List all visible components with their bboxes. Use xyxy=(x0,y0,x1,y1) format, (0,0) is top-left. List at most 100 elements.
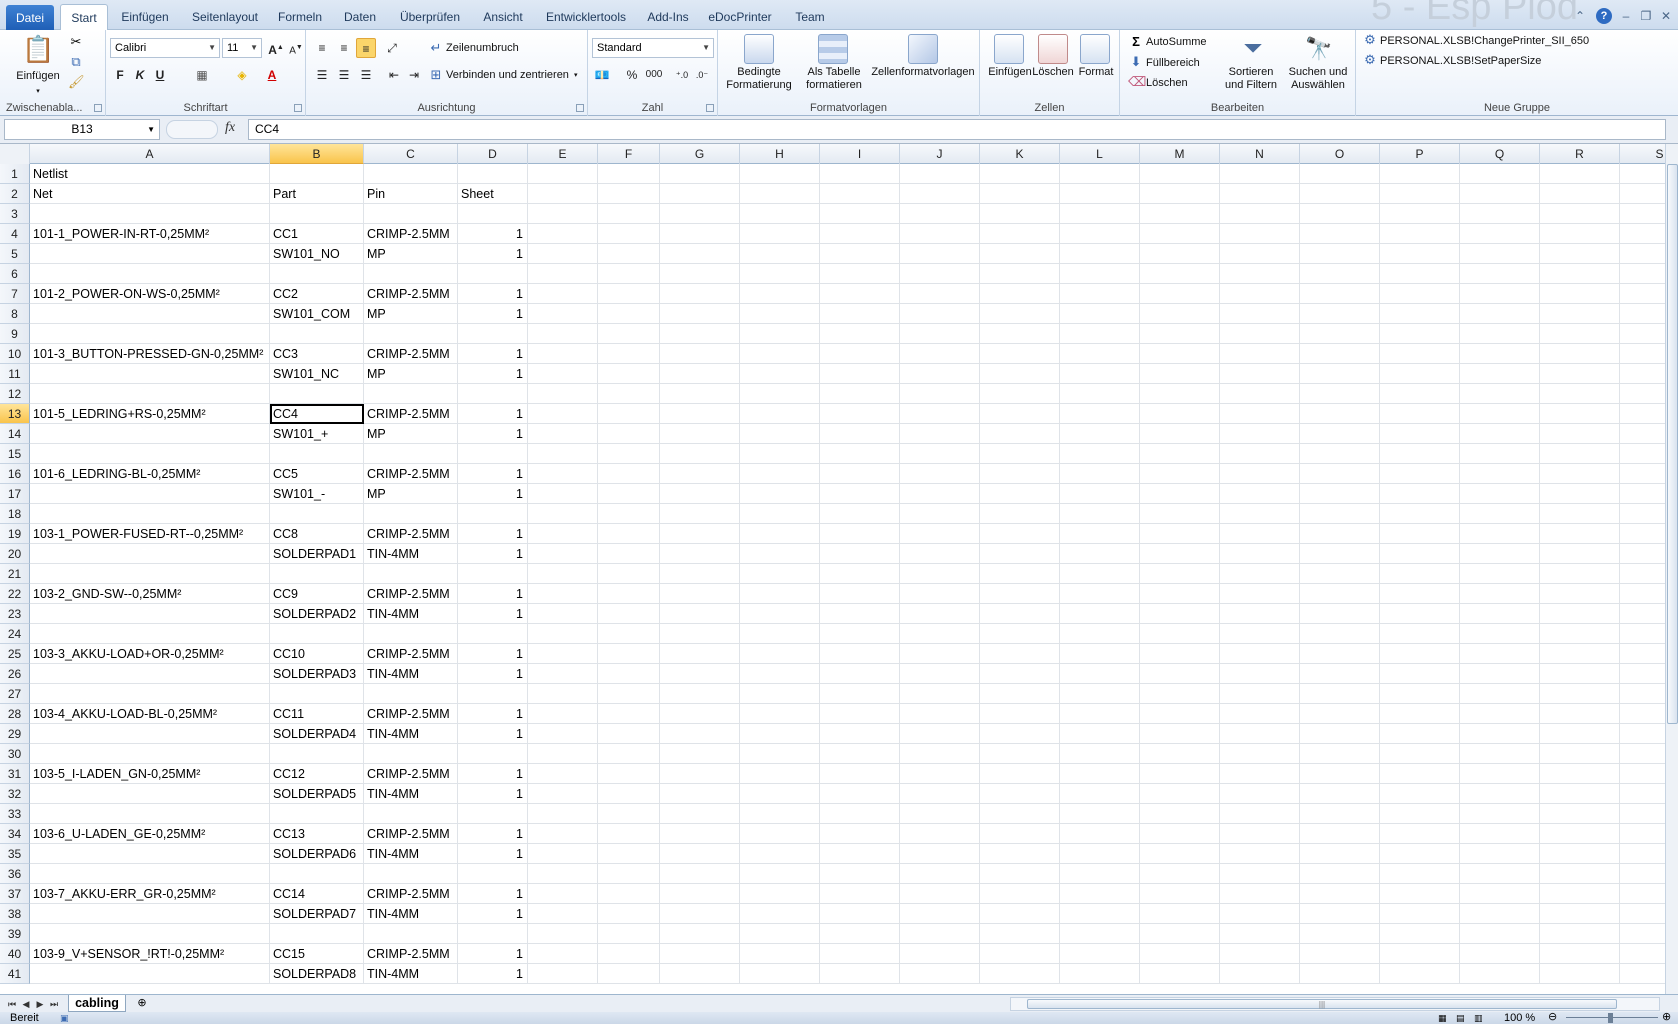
cell-e[interactable] xyxy=(528,364,598,384)
cell-g[interactable] xyxy=(660,744,740,764)
cell-b[interactable] xyxy=(270,624,364,644)
cell-m[interactable] xyxy=(1140,364,1220,384)
cell-e[interactable] xyxy=(528,244,598,264)
column-header-r[interactable]: R xyxy=(1540,144,1620,164)
cell-d[interactable] xyxy=(458,324,528,344)
thousands-button[interactable]: 000 xyxy=(644,65,664,85)
cell-l[interactable] xyxy=(1060,304,1140,324)
cell-m[interactable] xyxy=(1140,484,1220,504)
cell-a[interactable]: Net xyxy=(30,184,270,204)
cell-n[interactable] xyxy=(1220,604,1300,624)
cell-e[interactable] xyxy=(528,704,598,724)
cell-e[interactable] xyxy=(528,944,598,964)
cell-k[interactable] xyxy=(980,384,1060,404)
cell-o[interactable] xyxy=(1300,964,1380,984)
cell-n[interactable] xyxy=(1220,404,1300,424)
cell-q[interactable] xyxy=(1460,544,1540,564)
cell-j[interactable] xyxy=(900,244,980,264)
cell-h[interactable] xyxy=(740,704,820,724)
last-sheet-icon[interactable]: ⏭ xyxy=(48,997,60,1011)
cell-f[interactable] xyxy=(598,924,660,944)
cell-a[interactable]: 103-2_GND-SW--0,25MM² xyxy=(30,584,270,604)
cell-n[interactable] xyxy=(1220,284,1300,304)
currency-icon[interactable]: 💶 xyxy=(592,65,612,85)
cell-o[interactable] xyxy=(1300,524,1380,544)
cell-d[interactable]: 1 xyxy=(458,944,528,964)
tab-daten[interactable]: Daten xyxy=(335,4,385,30)
underline-button[interactable]: U xyxy=(150,65,170,85)
cell-d[interactable]: 1 xyxy=(458,584,528,604)
cell-styles-button[interactable]: Zellenformatvorlagen xyxy=(868,66,978,79)
cell-l[interactable] xyxy=(1060,904,1140,924)
cell-s[interactable] xyxy=(1620,424,1665,444)
cell-s[interactable] xyxy=(1620,604,1665,624)
column-header-b[interactable]: B xyxy=(270,144,364,164)
help-icon[interactable]: ? xyxy=(1596,8,1612,24)
cell-h[interactable] xyxy=(740,304,820,324)
wrap-text-button[interactable]: Zeilenumbruch xyxy=(446,42,519,55)
cell-g[interactable] xyxy=(660,244,740,264)
cell-i[interactable] xyxy=(820,464,900,484)
cell-b[interactable] xyxy=(270,384,364,404)
cell-i[interactable] xyxy=(820,184,900,204)
cell-j[interactable] xyxy=(900,624,980,644)
cell-j[interactable] xyxy=(900,824,980,844)
cell-m[interactable] xyxy=(1140,604,1220,624)
cell-b[interactable]: CC9 xyxy=(270,584,364,604)
cell-e[interactable] xyxy=(528,844,598,864)
cell-f[interactable] xyxy=(598,784,660,804)
cell-j[interactable] xyxy=(900,384,980,404)
cell-l[interactable] xyxy=(1060,784,1140,804)
cell-k[interactable] xyxy=(980,204,1060,224)
cell-a[interactable] xyxy=(30,664,270,684)
row-header[interactable]: 25 xyxy=(0,644,30,664)
cell-a[interactable]: 103-9_V+SENSOR_!RT!-0,25MM² xyxy=(30,944,270,964)
cell-n[interactable] xyxy=(1220,644,1300,664)
cell-g[interactable] xyxy=(660,424,740,444)
cell-s[interactable] xyxy=(1620,284,1665,304)
cell-i[interactable] xyxy=(820,704,900,724)
cell-m[interactable] xyxy=(1140,744,1220,764)
cell-n[interactable] xyxy=(1220,584,1300,604)
cell-o[interactable] xyxy=(1300,324,1380,344)
row-header[interactable]: 38 xyxy=(0,904,30,924)
cell-n[interactable] xyxy=(1220,824,1300,844)
cell-n[interactable] xyxy=(1220,804,1300,824)
cell-s[interactable] xyxy=(1620,184,1665,204)
column-header-e[interactable]: E xyxy=(528,144,598,164)
column-header-f[interactable]: F xyxy=(598,144,660,164)
cell-d[interactable]: 1 xyxy=(458,544,528,564)
cell-m[interactable] xyxy=(1140,824,1220,844)
cell-l[interactable] xyxy=(1060,664,1140,684)
cell-n[interactable] xyxy=(1220,624,1300,644)
row-header[interactable]: 17 xyxy=(0,484,30,504)
vertical-scrollbar[interactable] xyxy=(1665,144,1678,994)
column-header-d[interactable]: D xyxy=(458,144,528,164)
orientation-icon[interactable]: ⤢ xyxy=(382,38,402,58)
cell-m[interactable] xyxy=(1140,224,1220,244)
row-header[interactable]: 41 xyxy=(0,964,30,984)
cell-q[interactable] xyxy=(1460,444,1540,464)
cell-h[interactable] xyxy=(740,204,820,224)
cell-i[interactable] xyxy=(820,644,900,664)
sheet-tab-cabling[interactable]: cabling xyxy=(68,995,126,1012)
column-header-j[interactable]: J xyxy=(900,144,980,164)
cell-l[interactable] xyxy=(1060,644,1140,664)
cell-e[interactable] xyxy=(528,164,598,184)
cell-d[interactable]: 1 xyxy=(458,484,528,504)
cell-q[interactable] xyxy=(1460,724,1540,744)
cell-d[interactable] xyxy=(458,744,528,764)
cell-l[interactable] xyxy=(1060,944,1140,964)
row-header[interactable]: 5 xyxy=(0,244,30,264)
cell-m[interactable] xyxy=(1140,764,1220,784)
align-top-icon[interactable]: ≡ xyxy=(312,38,332,58)
cell-j[interactable] xyxy=(900,904,980,924)
paste-dropdown-icon[interactable]: ▾ xyxy=(32,85,44,98)
cell-k[interactable] xyxy=(980,644,1060,664)
cell-h[interactable] xyxy=(740,544,820,564)
cell-r[interactable] xyxy=(1540,324,1620,344)
cell-j[interactable] xyxy=(900,704,980,724)
row-header[interactable]: 16 xyxy=(0,464,30,484)
column-header-i[interactable]: I xyxy=(820,144,900,164)
cell-r[interactable] xyxy=(1540,864,1620,884)
